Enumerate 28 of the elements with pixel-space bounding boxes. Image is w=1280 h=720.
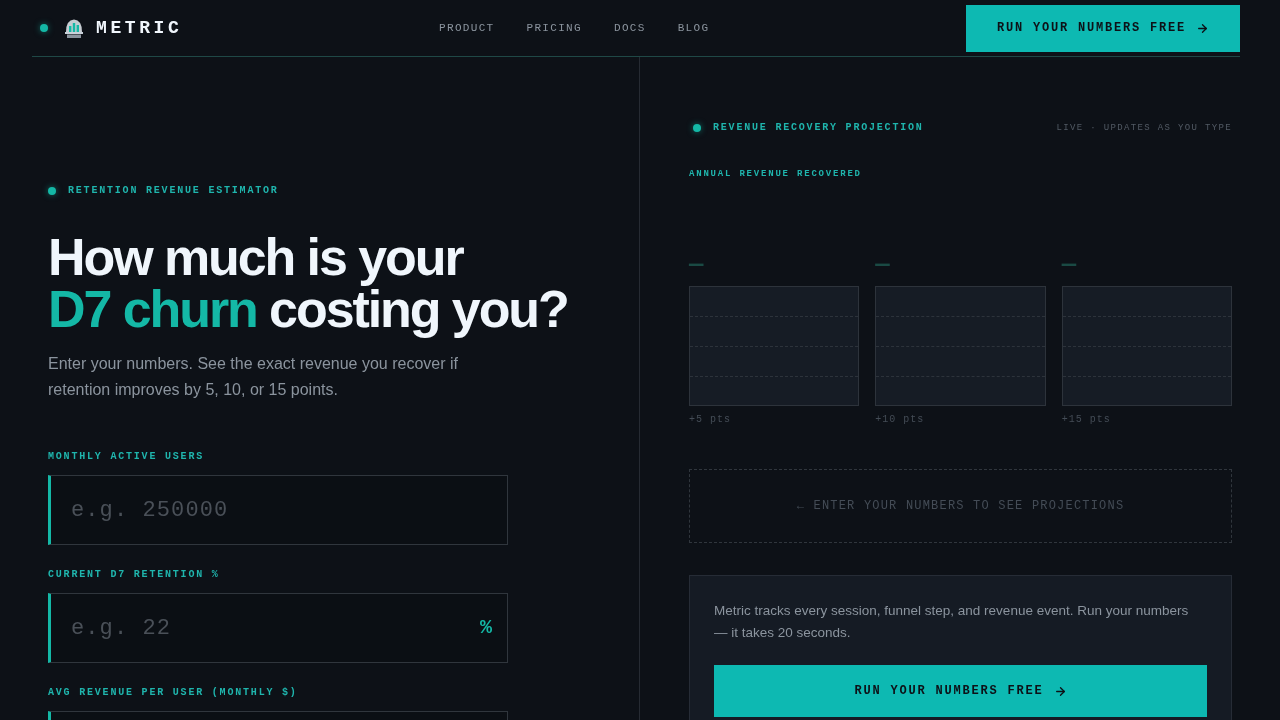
- bar-chart-icon: [64, 17, 84, 39]
- unit-label: %: [480, 616, 492, 640]
- nav-link[interactable]: PRODUCT: [439, 19, 495, 37]
- scenario-label: +10 pts: [875, 413, 925, 427]
- cta-text: Metric tracks every session, funnel step, and revenue event. Run your numbers — it takes 20 seconds.: [714, 602, 1190, 642]
- metric-label: ANNUAL REVENUE RECOVERED: [689, 168, 862, 181]
- eyebrow-label: RETENTION REVENUE ESTIMATOR: [68, 184, 279, 198]
- arrow-right-icon: [1053, 684, 1067, 698]
- cta-button[interactable]: RUN YOUR NUMBERS FREE: [966, 4, 1240, 52]
- field-label: CURRENT D7 RETENTION %: [48, 568, 220, 582]
- input-field[interactable]: e.g. 250000: [48, 475, 508, 545]
- nav-link[interactable]: BLOG: [677, 19, 710, 37]
- panel-title: REVENUE RECOVERY PROJECTION: [713, 121, 924, 135]
- scenario-label: +15 pts: [1061, 413, 1111, 427]
- nav-link[interactable]: DOCS: [613, 19, 646, 37]
- live-status: LIVE · UPDATES AS YOU TYPE: [1056, 122, 1232, 135]
- empty-state-message: ← ENTER YOUR NUMBERS TO SEE PROJECTIONS: [796, 498, 1125, 515]
- nav-link[interactable]: PRICING: [526, 19, 582, 37]
- projection-value: —: [1061, 250, 1077, 280]
- subtitle: Enter your numbers. See the exact revenue you recover if retention improves by 5, 10, or 15 points.: [48, 354, 459, 400]
- field-label: AVG REVENUE PER USER (MONTHLY $): [48, 686, 298, 700]
- scenario-label: +5 pts: [689, 413, 731, 427]
- projection-value: —: [875, 250, 890, 280]
- field-label: MONTHLY ACTIVE USERS: [48, 450, 205, 464]
- brand-name: METRIC: [96, 16, 183, 40]
- projection-value: —: [689, 250, 704, 280]
- arrow-right-icon: [1196, 21, 1209, 35]
- cta-button[interactable]: RUN YOUR NUMBERS FREE: [714, 665, 1207, 717]
